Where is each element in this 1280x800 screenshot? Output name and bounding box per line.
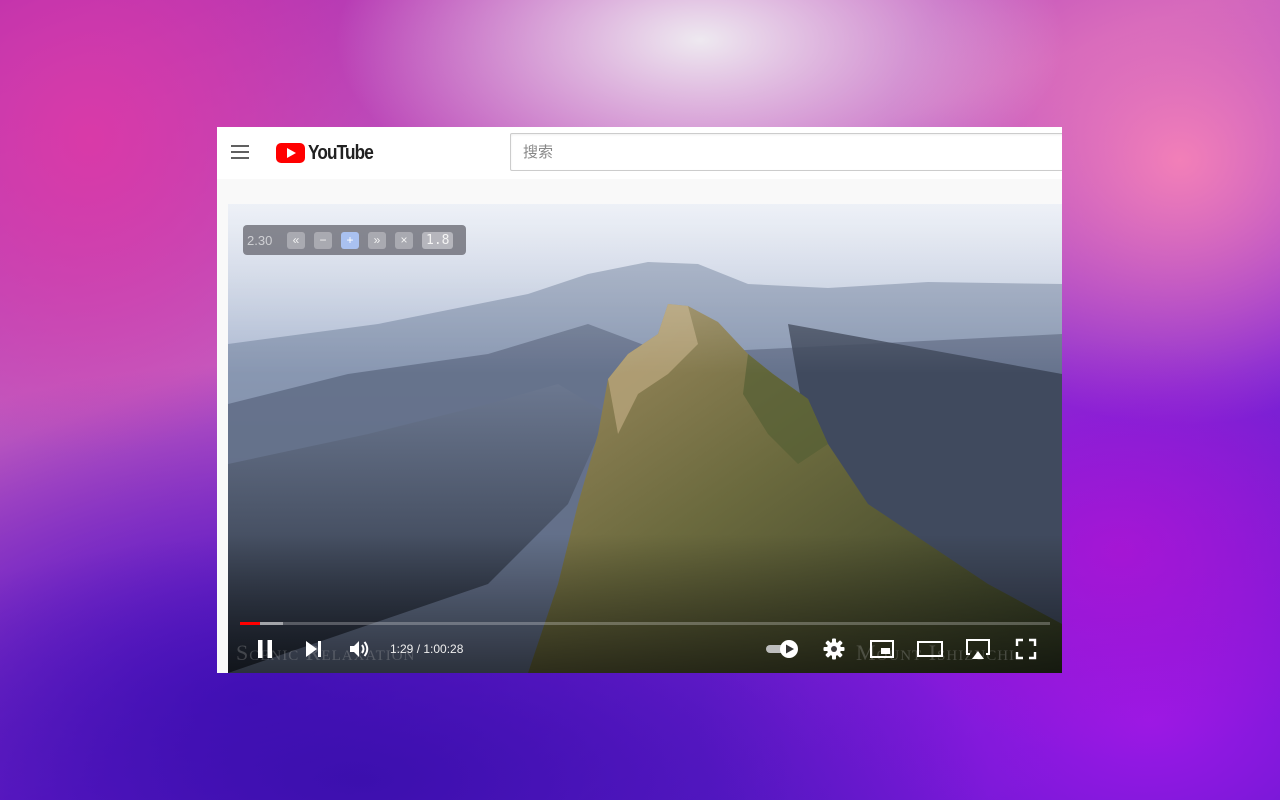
slower-button[interactable]: − xyxy=(314,231,332,249)
volume-icon xyxy=(350,641,369,657)
miniplayer-button[interactable] xyxy=(867,637,897,661)
youtube-logo-icon xyxy=(276,143,305,163)
theater-mode-icon xyxy=(917,641,943,657)
progress-bar[interactable] xyxy=(240,622,1050,625)
skip-next-icon xyxy=(306,641,321,657)
theater-mode-button[interactable] xyxy=(915,637,945,661)
youtube-logo-text: YouTube xyxy=(308,141,374,164)
faster-button[interactable]: + xyxy=(341,231,359,249)
fullscreen-button[interactable] xyxy=(1011,637,1041,661)
menu-icon[interactable] xyxy=(230,144,250,160)
miniplayer-icon xyxy=(870,640,894,658)
airplay-button[interactable] xyxy=(963,637,993,661)
speed-controller-panel: 2.30 « − + » × 1.8 xyxy=(243,225,466,255)
masthead: YouTube xyxy=(217,127,1062,179)
pause-button[interactable] xyxy=(250,637,280,661)
autoplay-icon xyxy=(766,640,798,658)
video-player[interactable]: Scenic Relaxation Mount Ishizuchi 2.30 «… xyxy=(228,204,1062,673)
speed-value: 2.30 xyxy=(247,232,273,248)
fullscreen-icon xyxy=(1015,638,1037,660)
volume-button[interactable] xyxy=(345,637,375,661)
youtube-window: YouTube 搜索 Scenic Relaxation Mount Ishiz… xyxy=(217,127,1062,673)
video-frame xyxy=(228,204,1062,673)
airplay-icon xyxy=(966,639,990,659)
pause-icon xyxy=(258,640,272,658)
settings-button[interactable] xyxy=(819,637,849,661)
advance-button[interactable]: » xyxy=(368,231,386,249)
gear-icon xyxy=(823,638,845,660)
next-button[interactable] xyxy=(298,637,328,661)
youtube-logo[interactable]: YouTube xyxy=(276,142,384,164)
speed-preset-value[interactable]: 1.8 xyxy=(422,231,454,249)
close-button[interactable]: × xyxy=(395,231,413,249)
time-display: 1:29 / 1:00:28 xyxy=(390,642,464,656)
autoplay-toggle[interactable] xyxy=(764,637,802,661)
search-input[interactable] xyxy=(510,133,1062,171)
progress-played xyxy=(240,622,261,625)
rewind-button[interactable]: « xyxy=(287,231,305,249)
